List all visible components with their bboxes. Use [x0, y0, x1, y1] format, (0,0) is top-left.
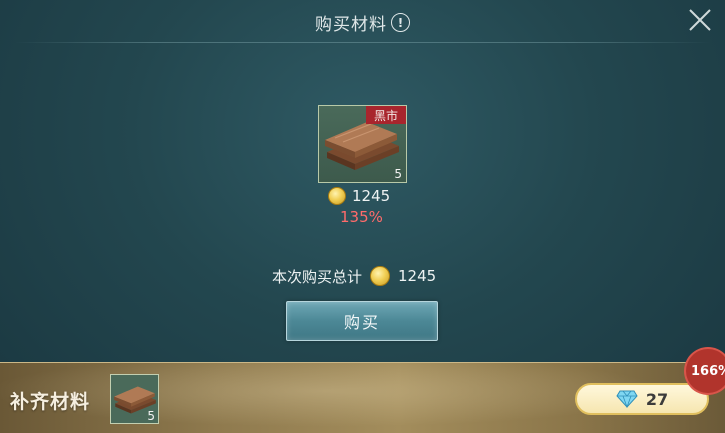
price-markup: 135% [340, 208, 383, 226]
refill-bar: 补齐材料 5 27 [0, 362, 725, 433]
diamond-icon [616, 390, 638, 408]
purchase-total: 本次购买总计 1245 [272, 265, 436, 287]
material-item-card[interactable]: 黑市 5 [318, 105, 407, 183]
refill-item-count: 5 [147, 409, 155, 423]
badge-text: 166% [691, 363, 725, 379]
item-price: 1245 [328, 186, 390, 206]
header-divider [14, 42, 711, 43]
total-label: 本次购买总计 [272, 267, 363, 286]
item-count: 5 [394, 167, 402, 181]
diamond-refill-button[interactable]: 27 [575, 383, 709, 415]
black-market-tag: 黑市 [366, 106, 406, 124]
gold-coin-icon [328, 187, 346, 205]
close-icon [689, 9, 711, 31]
item-price-value: 1245 [352, 187, 391, 205]
title-group: 购买材料 ! [0, 10, 725, 35]
refill-item-card[interactable]: 5 [110, 374, 159, 424]
discount-badge: 166% [686, 349, 725, 393]
info-icon[interactable]: ! [391, 13, 410, 32]
dialog-title: 购买材料 [315, 15, 387, 35]
buy-button[interactable]: 购买 [286, 301, 438, 341]
buy-button-label: 购买 [343, 313, 380, 332]
diamond-value: 27 [645, 389, 669, 409]
gold-coin-icon [370, 266, 391, 286]
close-button[interactable] [686, 6, 714, 34]
refill-label: 补齐材料 [10, 391, 91, 413]
total-value: 1245 [398, 267, 437, 285]
dialog-header: 购买材料 ! [0, 0, 725, 44]
